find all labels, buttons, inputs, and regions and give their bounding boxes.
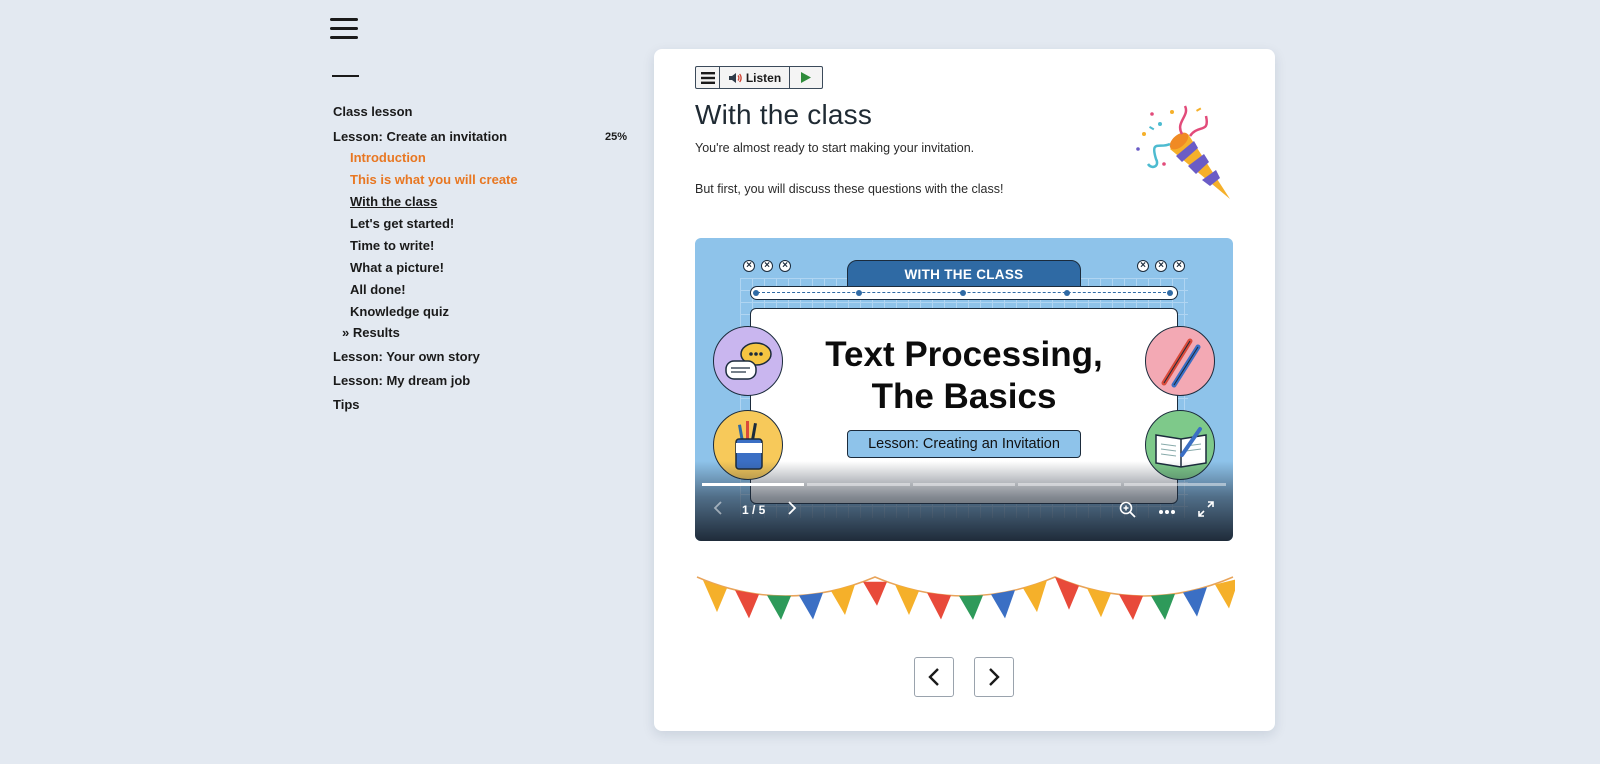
bunting-flag [1119, 594, 1143, 620]
more-horizontal-icon [1159, 510, 1175, 514]
speech-bubble-icon [713, 326, 783, 396]
bunting-decoration [696, 576, 1235, 620]
content-card: Listen With the class You're almost read… [654, 49, 1275, 731]
sidebar-item-create-invitation[interactable]: Lesson: Create an invitation [333, 129, 507, 145]
page-title: With the class [695, 99, 873, 130]
presentation-slide[interactable]: × × × × × × WITH THE CLASS Text Processi… [695, 238, 1233, 541]
slide-prev-button[interactable] [713, 501, 723, 518]
bunting-flag [863, 581, 887, 606]
bunting-flag [831, 584, 855, 616]
sidebar-subitem-what-a-picture[interactable]: What a picture! [350, 259, 627, 276]
slide-x-decoration: × [779, 260, 791, 272]
bunting-flag [1151, 593, 1175, 620]
listen-label: Listen [745, 70, 782, 85]
sidebar-divider [332, 75, 359, 77]
chevron-left-icon [928, 668, 939, 686]
read-aloud-menu-button[interactable] [696, 67, 720, 88]
bunting-flag [735, 590, 759, 619]
sidebar-subitems: Introduction This is what you will creat… [333, 149, 627, 320]
read-aloud-toolbar: Listen [695, 66, 823, 89]
slide-track-decoration [750, 286, 1178, 300]
sidebar-subitem-knowledge-quiz[interactable]: Knowledge quiz [350, 303, 627, 320]
play-icon [801, 72, 811, 83]
sidebar-subitem-time-to-write[interactable]: Time to write! [350, 237, 627, 254]
previous-page-button[interactable] [914, 657, 954, 697]
slide-x-decoration: × [1155, 260, 1167, 272]
discussion-paragraph: But first, you will discuss these questi… [695, 182, 1004, 196]
party-popper-icon [1136, 105, 1230, 199]
lesson-progress-percent: 25% [604, 131, 627, 143]
fullscreen-icon [1198, 501, 1214, 517]
bunting-flag [767, 595, 791, 620]
play-button[interactable] [790, 67, 822, 88]
sidebar-item-results[interactable]: » Results [342, 325, 627, 341]
listen-button[interactable]: Listen [720, 67, 790, 88]
slide-progress-segment[interactable] [807, 483, 910, 486]
slide-progress-bar[interactable] [702, 483, 1227, 486]
hamburger-menu-icon[interactable] [330, 18, 358, 44]
chevron-right-icon [788, 501, 797, 515]
chevron-right-icon [989, 668, 1000, 686]
slide-counter: 1 / 5 [742, 503, 766, 517]
slide-tag: WITH THE CLASS [847, 260, 1081, 288]
slide-heading: Text Processing, The Basics [750, 334, 1178, 418]
sidebar-item-class-lesson[interactable]: Class lesson [333, 104, 627, 120]
sidebar-subitem-with-the-class[interactable]: With the class [350, 193, 627, 210]
bunting-flag [1055, 577, 1079, 610]
bunting-flag [927, 592, 951, 620]
slide-heading-line2: The Basics [871, 377, 1057, 416]
bunting-flag [991, 590, 1015, 619]
slide-x-decoration: × [761, 260, 773, 272]
zoom-in-icon [1119, 501, 1136, 518]
bunting-flag [799, 592, 823, 620]
slide-x-decoration: × [1137, 260, 1149, 272]
sidebar-item-create-invitation-row: Lesson: Create an invitation 25% [333, 129, 627, 145]
slide-progress-segment[interactable] [1123, 483, 1227, 486]
more-options-button[interactable] [1158, 504, 1176, 518]
slide-x-decoration: × [743, 260, 755, 272]
sidebar-item-your-own-story[interactable]: Lesson: Your own story [333, 349, 627, 365]
sidebar-item-my-dream-job[interactable]: Lesson: My dream job [333, 373, 627, 389]
intro-paragraph: You're almost ready to start making your… [695, 141, 975, 155]
chevron-left-icon [713, 501, 722, 515]
sidebar-item-tips[interactable]: Tips [333, 397, 627, 413]
sidebar-subitem-introduction[interactable]: Introduction [350, 149, 627, 166]
bunting-rope [696, 576, 1234, 597]
next-page-button[interactable] [974, 657, 1014, 697]
sidebar-subitem-lets-get-started[interactable]: Let's get started! [350, 215, 627, 232]
pens-icon [1145, 326, 1215, 396]
bunting-flag [1023, 580, 1047, 613]
bunting-flag [703, 580, 727, 613]
sidebar-lower-items: Lesson: Your own story Lesson: My dream … [333, 349, 627, 413]
slide-progress-segment[interactable] [1018, 483, 1121, 486]
slide-progress-segment[interactable] [702, 483, 805, 486]
slide-control-row: 1 / 5 [695, 498, 1233, 524]
menu-icon [700, 71, 715, 84]
bunting-flag [895, 584, 919, 616]
zoom-button[interactable] [1119, 501, 1136, 521]
sidebar-nav: Class lesson Lesson: Create an invitatio… [333, 104, 627, 421]
slide-progress-segment[interactable] [912, 483, 1016, 486]
slide-x-decoration: × [1173, 260, 1185, 272]
fullscreen-button[interactable] [1198, 501, 1214, 520]
sidebar-subitem-all-done[interactable]: All done! [350, 281, 627, 298]
slide-next-button[interactable] [787, 501, 797, 518]
slide-heading-line1: Text Processing, [825, 335, 1103, 374]
sidebar-subitem-what-you-will-create[interactable]: This is what you will create [350, 171, 627, 188]
sidebar-results-wrapper: » Results [333, 325, 627, 341]
bunting-flag [959, 595, 983, 620]
slide-subtitle: Lesson: Creating an Invitation [847, 430, 1081, 458]
speaker-icon [728, 72, 742, 83]
